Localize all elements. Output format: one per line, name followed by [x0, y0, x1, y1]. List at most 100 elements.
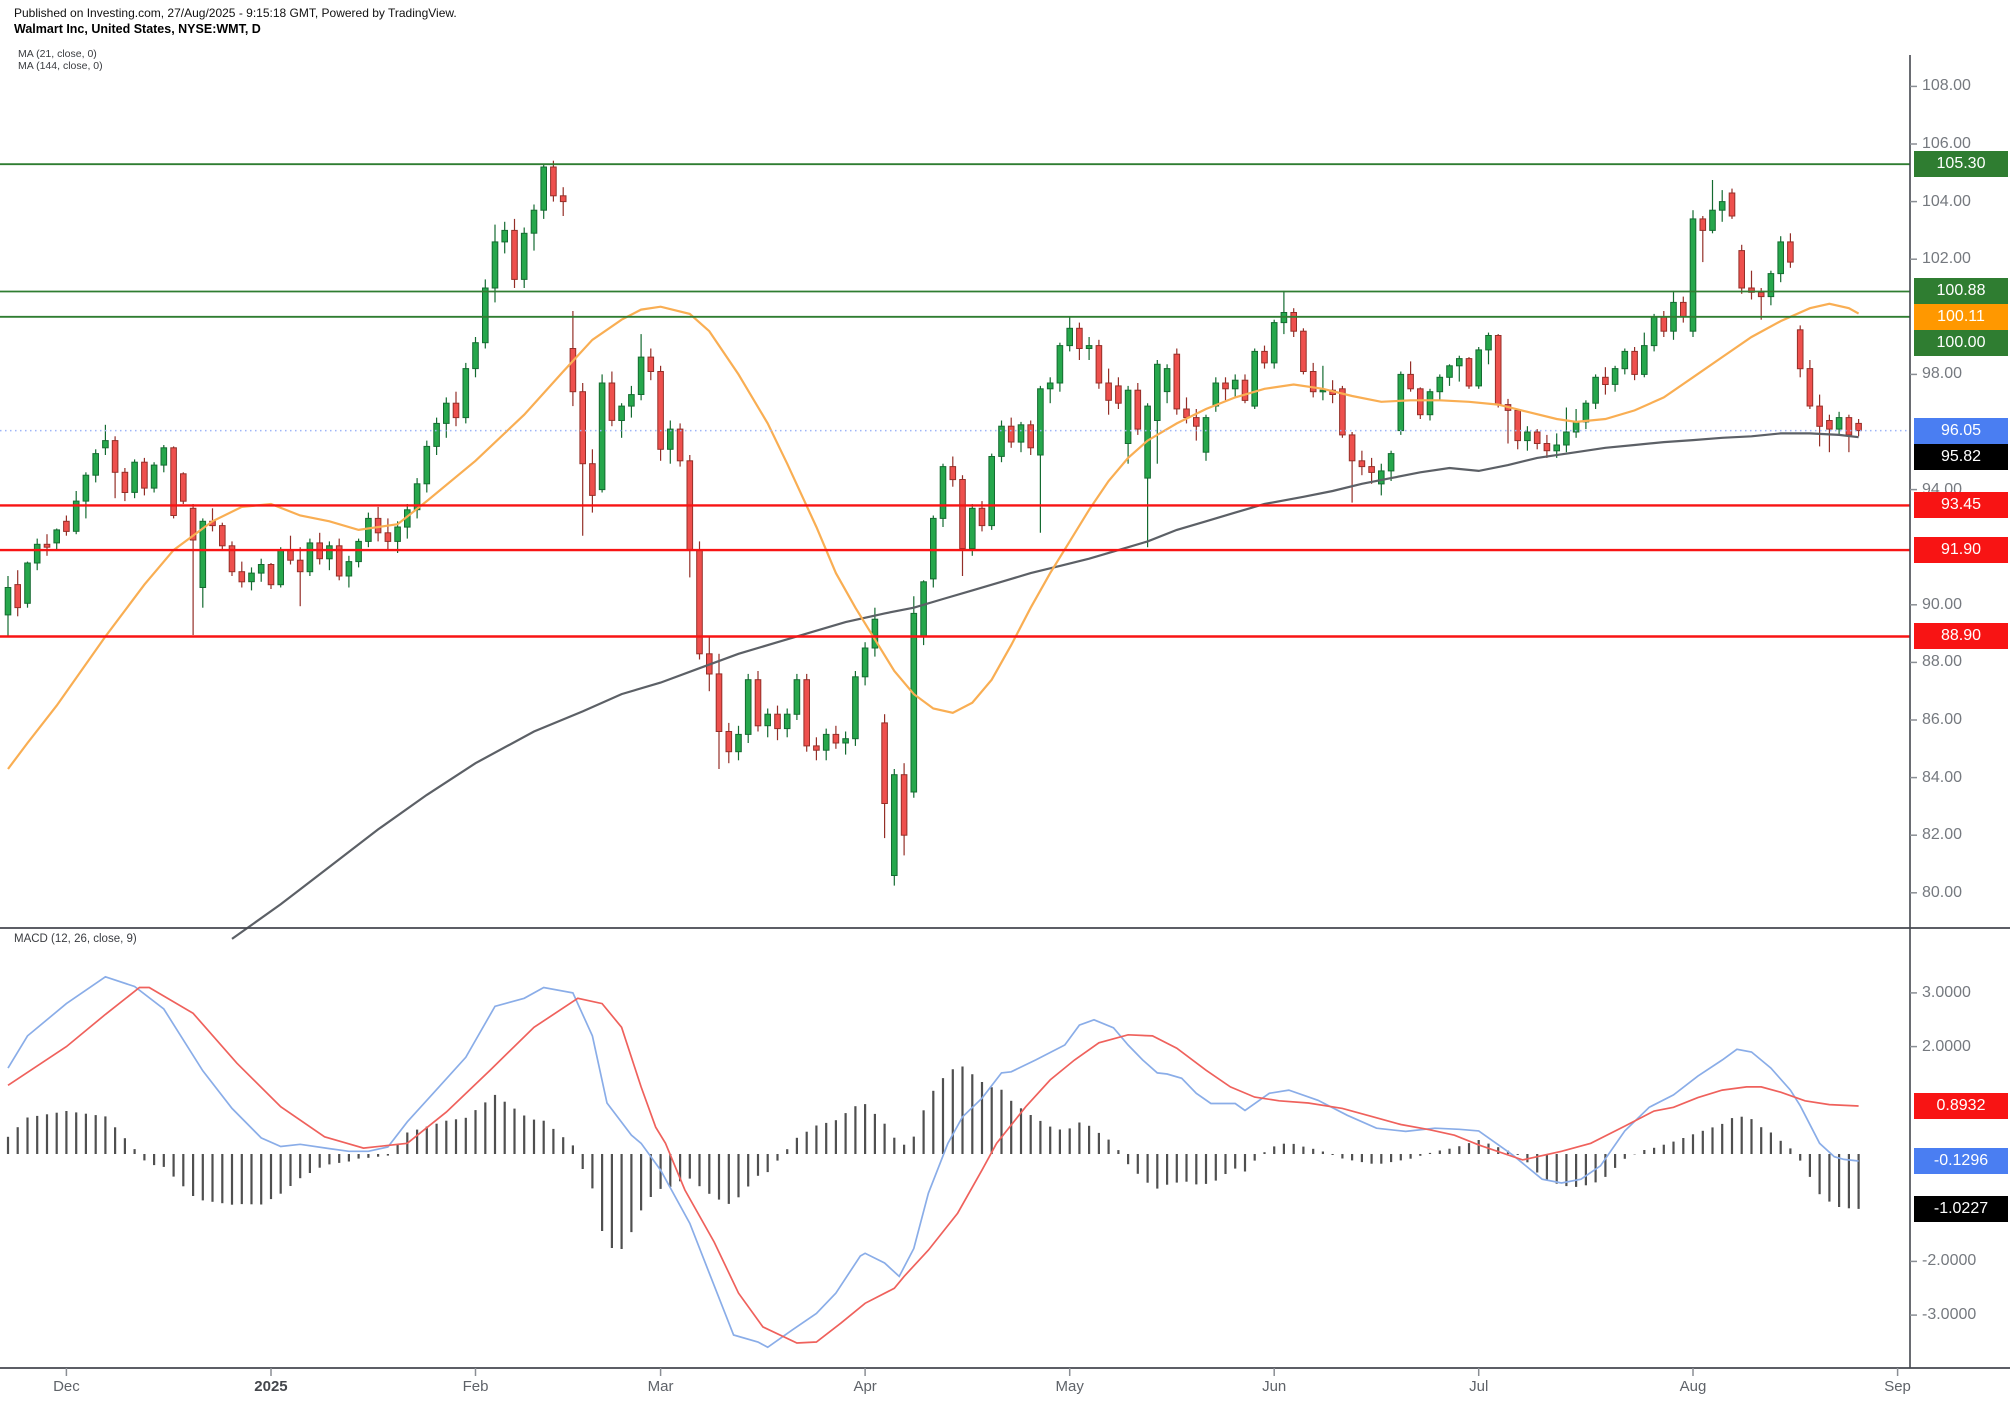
candle-body	[1291, 313, 1297, 332]
candle-body	[892, 775, 898, 876]
candle-body	[1388, 454, 1394, 471]
candle-body	[1476, 350, 1482, 386]
candle-body	[1349, 435, 1355, 461]
ma144-legend: MA (144, close, 0)	[18, 60, 103, 72]
candle-body	[1320, 390, 1326, 392]
candle-body	[726, 732, 732, 752]
candle-body	[911, 613, 917, 792]
candle-body	[784, 714, 790, 728]
candle-body	[755, 680, 761, 726]
candle-body	[1125, 390, 1131, 443]
time-axis-label-2025: 2025	[236, 1378, 306, 1395]
candle-body	[775, 714, 781, 728]
candle-body	[1642, 346, 1648, 375]
candle-body	[1194, 418, 1200, 427]
candle-body	[161, 448, 167, 465]
price-axis-tick: 98.00	[1922, 364, 2002, 384]
candle-body	[1047, 383, 1053, 389]
candle-body	[1564, 432, 1570, 445]
candle-body	[882, 723, 888, 804]
time-axis-label-Dec: Dec	[31, 1378, 101, 1395]
candle-body	[745, 680, 751, 735]
candle-body	[833, 734, 839, 743]
candle-body	[570, 349, 576, 392]
candle-body	[716, 674, 722, 732]
candle-body	[1700, 219, 1706, 231]
candle-body	[220, 526, 226, 546]
candle-body	[453, 403, 459, 417]
candle-body	[1077, 328, 1083, 348]
candle-body	[1135, 390, 1141, 429]
time-axis-label-Jul: Jul	[1444, 1378, 1514, 1395]
candle-body	[502, 230, 508, 242]
candle-body	[1836, 418, 1842, 430]
candle-body	[473, 343, 479, 369]
candle-body	[1038, 389, 1044, 455]
candle-body	[1856, 423, 1862, 430]
candle-body	[44, 544, 50, 547]
candle-body	[1096, 346, 1102, 383]
candle-body	[1203, 418, 1209, 453]
candle-body	[1739, 251, 1745, 288]
candle-body	[648, 357, 654, 371]
candle-body	[1583, 403, 1589, 422]
candle-body	[638, 357, 644, 394]
candle-body	[64, 521, 70, 531]
chart-plot[interactable]	[0, 0, 2010, 1410]
candle-body	[1008, 426, 1014, 442]
candle-body	[1086, 346, 1092, 349]
candle-body	[112, 441, 118, 473]
macd-legend: MACD (12, 26, close, 9)	[14, 933, 137, 945]
instrument-title: Walmart Inc, United States, NYSE:WMT, D	[14, 22, 261, 36]
candle-body	[1807, 369, 1813, 406]
time-axis-label-Aug: Aug	[1658, 1378, 1728, 1395]
candle-body	[93, 454, 99, 476]
time-axis-label-Sep: Sep	[1863, 1378, 1933, 1395]
candle-body	[1232, 380, 1238, 389]
candle-body	[1632, 351, 1638, 374]
candle-body	[492, 242, 498, 288]
candle-body	[677, 429, 683, 461]
candle-body	[1262, 351, 1268, 363]
candle-body	[483, 288, 489, 343]
support-label: 91.90	[1914, 537, 2008, 563]
candle-body	[1515, 410, 1521, 440]
candle-body	[268, 565, 274, 585]
macd-current-label: -0.1296	[1914, 1148, 2008, 1174]
published-note: Published on Investing.com, 27/Aug/2025 …	[14, 6, 457, 20]
candle-body	[794, 680, 800, 715]
candle-body	[658, 372, 664, 450]
candle-body	[1525, 432, 1531, 441]
candle-body	[1427, 392, 1433, 415]
candle-body	[151, 465, 157, 488]
ma21-legend: MA (21, close, 0)	[18, 48, 97, 60]
candle-body	[1710, 210, 1716, 230]
time-axis-label-Apr: Apr	[830, 1378, 900, 1395]
candle-body	[181, 474, 187, 501]
candle-body	[1271, 323, 1277, 363]
candle-body	[239, 572, 245, 582]
candle-body	[1457, 359, 1463, 366]
candle-body	[901, 775, 907, 836]
candle-body	[1817, 406, 1823, 426]
candle-body	[1827, 421, 1833, 430]
time-axis-label-Jun: Jun	[1239, 1378, 1309, 1395]
candle-body	[1661, 317, 1667, 331]
candle-body	[1418, 389, 1424, 415]
candle-body	[697, 550, 703, 654]
candle-body	[15, 585, 21, 608]
resistance-label: 105.30	[1914, 151, 2008, 177]
candle-body	[580, 392, 586, 464]
candle-body	[823, 734, 829, 750]
candle-body	[1622, 351, 1628, 368]
candle-body	[1466, 359, 1472, 386]
candle-body	[765, 714, 771, 726]
candle-body	[307, 543, 313, 572]
candle-body	[297, 560, 303, 572]
candle-body	[54, 530, 60, 543]
candle-body	[1408, 374, 1414, 388]
candle-body	[1174, 354, 1180, 409]
price-axis-tick: 90.00	[1922, 595, 2002, 615]
price-axis-tick: 84.00	[1922, 768, 2002, 788]
price-axis-tick: 82.00	[1922, 825, 2002, 845]
